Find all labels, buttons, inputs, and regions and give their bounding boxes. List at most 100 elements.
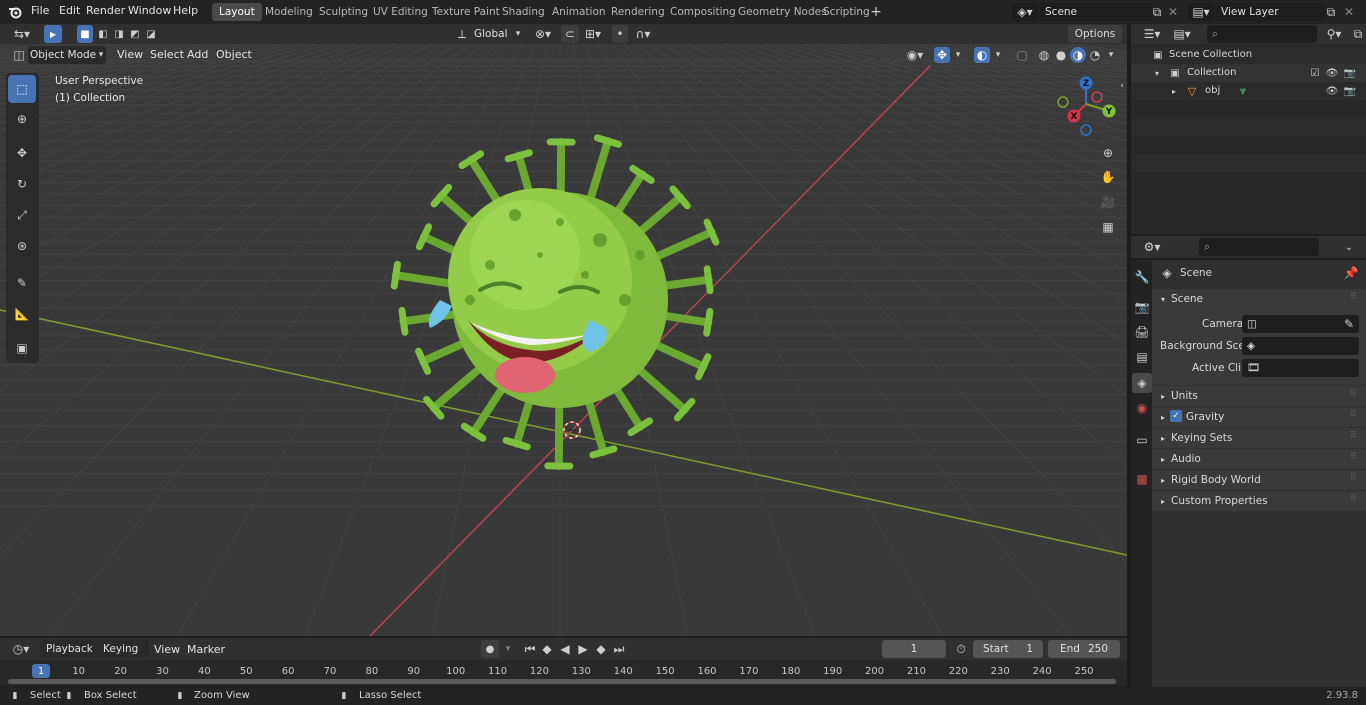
drag-handle-icon[interactable]: ⠿: [1350, 494, 1357, 504]
expand-arrow-icon[interactable]: ▸: [1169, 84, 1179, 98]
view-layer-tab-icon[interactable]: ▤: [1134, 349, 1150, 365]
active-clip-field[interactable]: 🎞: [1242, 359, 1359, 377]
measure-tool[interactable]: 📐: [8, 300, 36, 328]
sidebar-toggle-icon[interactable]: ‹: [1117, 80, 1127, 92]
gravity-subpanel[interactable]: ▸ ✓ Gravity ⠿: [1152, 407, 1366, 427]
drag-handle-icon[interactable]: ⠿: [1350, 473, 1357, 483]
menu-edit[interactable]: Edit: [59, 4, 80, 17]
start-frame-field[interactable]: Start 1: [973, 640, 1043, 658]
properties-editor-type-icon[interactable]: ⚙▾: [1139, 238, 1165, 256]
outliner-editor-type-icon[interactable]: ☰▾: [1139, 25, 1165, 43]
options-button[interactable]: Options: [1068, 25, 1122, 43]
timeline-menu-view[interactable]: View: [154, 643, 180, 656]
snap-toggle-icon[interactable]: ⊂: [561, 25, 579, 43]
camera-view-icon[interactable]: 🎥: [1098, 192, 1118, 212]
select-mode-difference-icon[interactable]: ◩: [127, 25, 143, 43]
menu-window[interactable]: Window: [128, 4, 171, 17]
drag-handle-icon[interactable]: ⠿: [1350, 292, 1357, 302]
filter-icon[interactable]: ⚲▾: [1321, 25, 1347, 43]
render-tab-icon[interactable]: 📷: [1134, 299, 1150, 315]
wireframe-shading-icon[interactable]: ◍: [1036, 47, 1052, 63]
chevron-down-icon[interactable]: ▾: [1105, 47, 1117, 63]
properties-search-input[interactable]: ⌕: [1199, 238, 1319, 256]
scene-panel-header[interactable]: ▾ Scene ⠿: [1152, 289, 1366, 309]
chevron-down-icon[interactable]: ⌄: [1341, 238, 1357, 256]
tab-modeling[interactable]: Modeling: [258, 3, 320, 21]
texture-tab-icon[interactable]: ▩: [1134, 471, 1150, 487]
display-mode-icon[interactable]: ▤▾: [1169, 25, 1195, 43]
falloff-icon[interactable]: ∩▾: [630, 25, 656, 43]
copy-view-layer-icon[interactable]: ⧉: [1324, 3, 1338, 21]
drag-handle-icon[interactable]: ⠿: [1350, 452, 1357, 462]
chevron-down-icon[interactable]: ▾: [501, 640, 515, 658]
view-layer-field[interactable]: View Layer: [1216, 3, 1325, 21]
rotate-tool[interactable]: ↻: [8, 170, 36, 198]
object-mode-dropdown[interactable]: Object Mode: [28, 46, 106, 64]
chevron-down-icon[interactable]: ▾: [992, 47, 1004, 63]
scene-selector-icon[interactable]: ◈▾: [1012, 3, 1038, 21]
audio-subpanel[interactable]: ▸ Audio ⠿: [1152, 449, 1366, 469]
current-frame-field[interactable]: 1: [882, 640, 946, 658]
background-scene-field[interactable]: ◈: [1242, 337, 1359, 355]
blender-logo-icon[interactable]: [6, 3, 24, 21]
3d-viewport[interactable]: [0, 44, 1127, 636]
outliner-row-collection[interactable]: ▾ ▣ Collection ☑ 👁 📷: [1131, 64, 1366, 82]
select-mode-new-icon[interactable]: ■: [77, 25, 93, 43]
tab-scripting[interactable]: Scripting: [816, 3, 877, 21]
keying-sets-subpanel[interactable]: ▸ Keying Sets ⠿: [1152, 428, 1366, 448]
select-box-tool[interactable]: ⬚: [8, 75, 36, 103]
cursor-tool[interactable]: ⊕: [8, 105, 36, 133]
drag-handle-icon[interactable]: ⠿: [1350, 389, 1357, 399]
zoom-icon[interactable]: ⊕: [1098, 143, 1118, 163]
visibility-icon[interactable]: ◉▾: [902, 47, 928, 63]
transform-orientation-icon[interactable]: ⟂: [455, 25, 469, 43]
tab-animation[interactable]: Animation: [545, 3, 613, 21]
material-preview-shading-icon[interactable]: ◑: [1070, 47, 1086, 63]
menu-help[interactable]: Help: [173, 4, 198, 17]
viewport-menu-object[interactable]: Object: [216, 48, 252, 61]
eye-icon[interactable]: 👁: [1325, 84, 1339, 98]
navigation-gizmo[interactable]: Z Y X: [1052, 74, 1122, 140]
record-icon[interactable]: ●: [481, 640, 499, 658]
select-tool-icon[interactable]: ▸: [44, 25, 62, 43]
outliner-row-obj[interactable]: ▸ ▽ obj ⩔ 👁 📷: [1131, 82, 1366, 100]
stopwatch-icon[interactable]: ⏱: [953, 640, 969, 658]
pan-hand-icon[interactable]: ✋: [1098, 167, 1118, 187]
rigid-body-world-subpanel[interactable]: ▸ Rigid Body World ⠿: [1152, 470, 1366, 490]
transform-tool[interactable]: ⊛: [8, 232, 36, 260]
scene-tab-icon[interactable]: ◈: [1132, 373, 1152, 393]
perspective-toggle-icon[interactable]: ▦: [1098, 217, 1118, 237]
next-keyframe-icon[interactable]: ◆: [593, 640, 609, 658]
pin-icon[interactable]: 📌: [1344, 266, 1359, 280]
tab-rendering[interactable]: Rendering: [604, 3, 672, 21]
copy-scene-icon[interactable]: ⧉: [1150, 3, 1164, 21]
eyedropper-icon[interactable]: ✎: [1342, 316, 1356, 332]
gravity-checkbox-icon[interactable]: ✓: [1170, 410, 1182, 422]
keying-menu[interactable]: Keying: [97, 640, 149, 658]
tab-layout[interactable]: Layout: [212, 3, 262, 21]
outliner-row-scene-collection[interactable]: ▣ Scene Collection: [1131, 46, 1366, 64]
play-reverse-icon[interactable]: ◀: [557, 640, 573, 658]
rendered-shading-icon[interactable]: ◔: [1087, 47, 1103, 63]
pivot-point-icon[interactable]: ⊗▾: [530, 25, 556, 43]
solid-shading-icon[interactable]: ●: [1053, 47, 1069, 63]
output-tab-icon[interactable]: 🖨: [1134, 324, 1150, 340]
jump-start-icon[interactable]: ⏮: [522, 640, 538, 658]
checkbox-icon[interactable]: ☑: [1308, 66, 1322, 80]
viewport-menu-view[interactable]: View: [117, 48, 143, 61]
prev-keyframe-icon[interactable]: ◆: [539, 640, 555, 658]
scene-name-field[interactable]: Scene: [1040, 3, 1153, 21]
units-subpanel[interactable]: ▸ Units ⠿: [1152, 386, 1366, 406]
proportional-edit-icon[interactable]: •: [612, 25, 628, 43]
close-scene-icon[interactable]: ✕: [1166, 3, 1180, 21]
play-icon[interactable]: ▶: [575, 640, 591, 658]
select-mode-subtract-icon[interactable]: ◨: [111, 25, 127, 43]
camera-restrict-icon[interactable]: 📷: [1343, 66, 1357, 80]
drag-handle-icon[interactable]: ⠿: [1350, 431, 1357, 441]
collection-tab-icon[interactable]: ▭: [1134, 432, 1150, 448]
playback-menu[interactable]: Playback: [40, 640, 100, 658]
eye-icon[interactable]: 👁: [1325, 66, 1339, 80]
annotate-tool[interactable]: ✎: [8, 269, 36, 297]
gizmo-toggle-icon[interactable]: ✥: [934, 47, 950, 63]
editor-type-icon[interactable]: ⇆▾: [8, 25, 36, 43]
